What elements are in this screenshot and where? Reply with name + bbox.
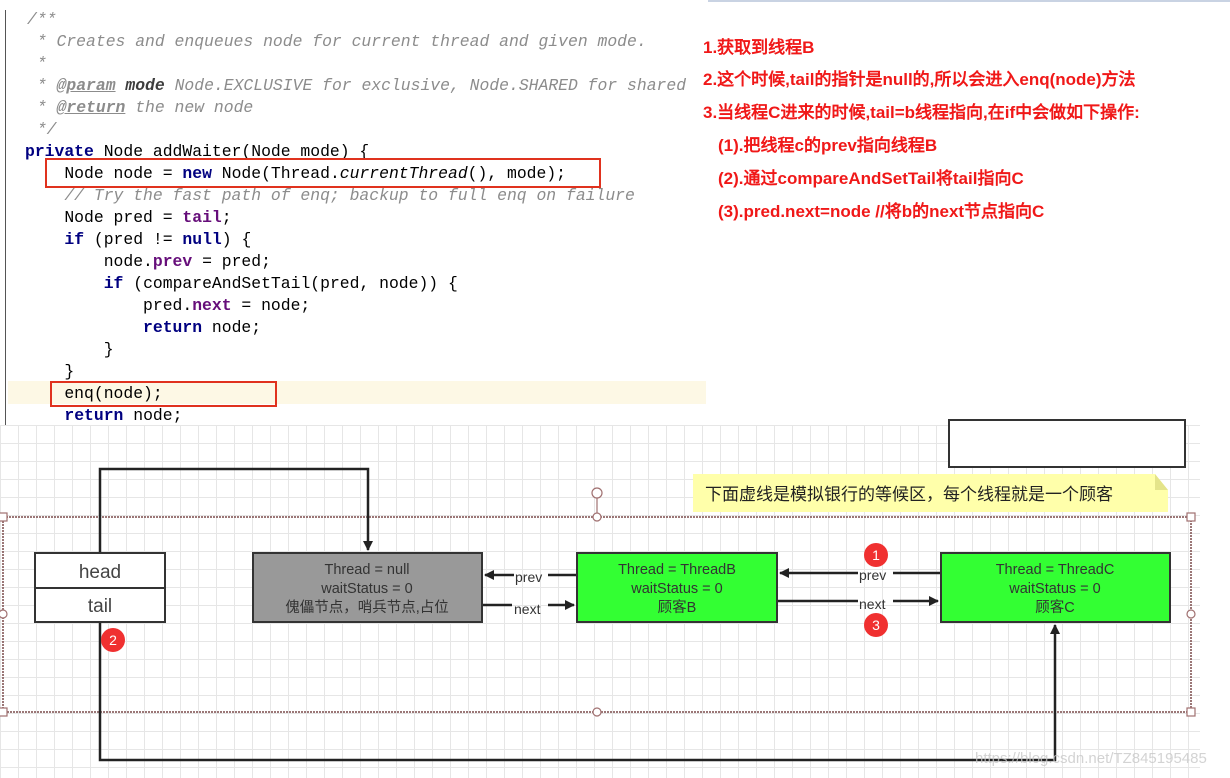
head-pointer [98, 467, 373, 553]
tail-pointer [98, 622, 1060, 762]
tail-label: tail [88, 596, 112, 617]
sentinel-node: Thread = null waitStatus = 0 傀儡节点，哨兵节点,占… [252, 552, 483, 623]
head-tail-box: head tail [34, 552, 166, 623]
svg-text:1: 1 [872, 547, 880, 563]
node-c: Thread = ThreadC waitStatus = 0 顾客C [940, 552, 1171, 623]
prev-label-2: prev [859, 567, 886, 583]
badge-2: 2 [101, 628, 125, 652]
watermark: https://blog.csdn.net/TZ845195485 [975, 750, 1207, 767]
node-c-thread: Thread = ThreadC [996, 562, 1115, 578]
sentinel-thread: Thread = null [324, 562, 409, 578]
node-b-desc: 顾客B [658, 599, 697, 616]
next-label-2: next [859, 596, 886, 612]
next-label-1: next [514, 601, 541, 617]
head-label: head [79, 562, 121, 583]
sentinel-waitstatus: waitStatus = 0 [320, 581, 412, 597]
node-c-waitstatus: waitStatus = 0 [1008, 581, 1100, 597]
partial-box [948, 419, 1186, 468]
node-b: Thread = ThreadB waitStatus = 0 顾客B [576, 552, 778, 623]
prev-label-1: prev [515, 569, 542, 585]
badge-3: 3 [864, 613, 888, 637]
sentinel-desc: 傀儡节点，哨兵节点,占位 [285, 599, 449, 616]
diagram: 下面虚线是模拟银行的等候区，每个线程就是一个顾客 prev next prev … [0, 419, 1196, 762]
badge-1: 1 [864, 543, 888, 567]
node-b-waitstatus: waitStatus = 0 [630, 581, 722, 597]
svg-text:2: 2 [109, 632, 117, 648]
node-b-thread: Thread = ThreadB [618, 562, 736, 578]
svg-text:3: 3 [872, 617, 880, 633]
note-text: 下面虚线是模拟银行的等候区，每个线程就是一个顾客 [705, 485, 1113, 504]
node-c-desc: 顾客C [1035, 599, 1074, 616]
